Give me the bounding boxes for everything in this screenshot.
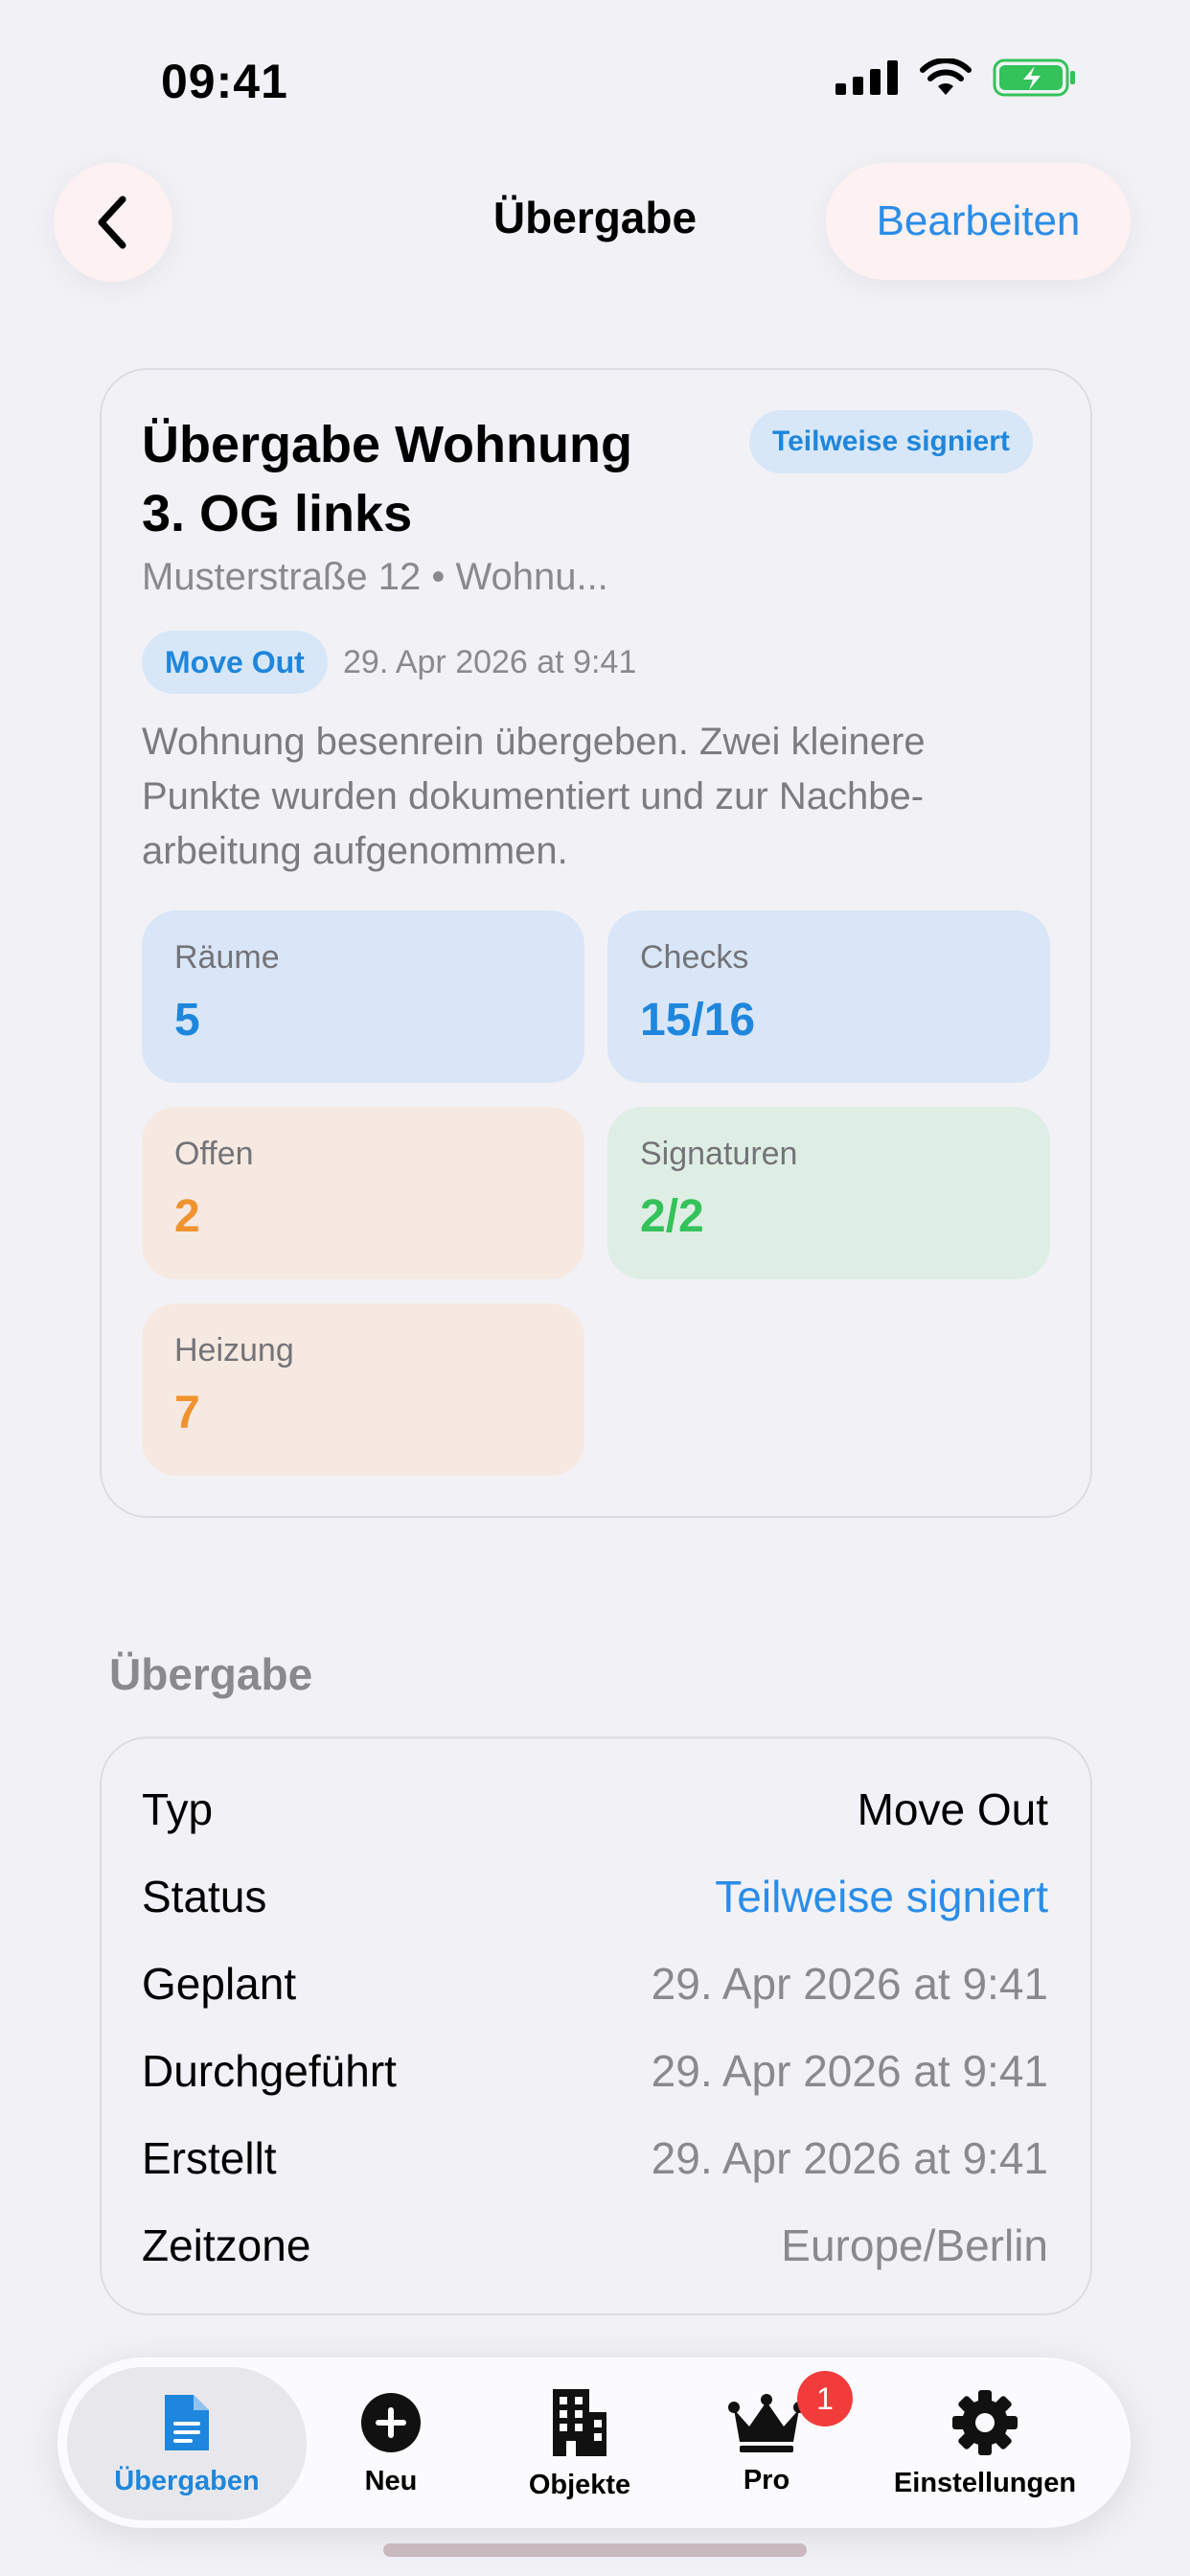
plus-circle-icon (361, 2392, 421, 2452)
detail-value: Europe/Berlin (781, 2220, 1048, 2270)
tab-handovers[interactable]: Übergaben (67, 2367, 307, 2520)
detail-value: 29. Apr 2026 at 9:41 (651, 2133, 1048, 2183)
stat-label: Signaturen (640, 1136, 798, 1172)
detail-value: Move Out (857, 1784, 1048, 1834)
stat-tile-open[interactable]: Offen 2 (142, 1107, 584, 1279)
status-time: 09:41 (161, 55, 288, 108)
detail-row-type: Typ Move Out (142, 1781, 1048, 1838)
handover-title: Übergabe Wohnung 3. OG links (142, 410, 678, 548)
tab-new[interactable]: Neu (335, 2367, 446, 2520)
handover-title-line1: Übergabe Wohnung (142, 416, 632, 473)
stat-value: 7 (174, 1388, 200, 1438)
stat-label: Offen (174, 1136, 254, 1172)
detail-row-planned: Geplant 29. Apr 2026 at 9:41 (142, 1955, 1048, 2012)
stat-label: Heizung (174, 1332, 294, 1368)
home-indicator (383, 2543, 807, 2557)
gear-icon (952, 2389, 1018, 2455)
stat-value: 15/16 (640, 995, 756, 1046)
stat-tile-signatures[interactable]: Signaturen 2/2 (607, 1107, 1050, 1279)
handover-title-line2: 3. OG links (142, 485, 413, 542)
address-subtitle: Musterstraße 12 • Wohnu... (142, 556, 608, 598)
detail-key: Erstellt (142, 2133, 277, 2183)
detail-key: Status (142, 1872, 267, 1921)
detail-key: Durchgeführt (142, 2046, 397, 2096)
detail-row-status: Status Teilweise signiert (142, 1868, 1048, 1925)
tab-settings[interactable]: Einstellungen (881, 2367, 1088, 2520)
detail-key: Zeitzone (142, 2220, 311, 2270)
detail-row-performed: Durchgeführt 29. Apr 2026 at 9:41 (142, 2042, 1048, 2100)
stat-value: 2/2 (640, 1191, 704, 1242)
stat-value: 5 (174, 995, 200, 1046)
stat-value: 2 (174, 1191, 200, 1242)
stat-label: Checks (640, 939, 749, 976)
tab-objects[interactable]: Objekte (508, 2367, 652, 2520)
tab-label: Pro (743, 2464, 790, 2496)
tab-label: Einstellungen (893, 2467, 1077, 2498)
status-badge: Teilweise signiert (749, 410, 1033, 473)
tab-label: Übergaben (114, 2465, 260, 2496)
detail-value: Teilweise signiert (715, 1872, 1048, 1921)
handover-date: 29. Apr 2026 at 9:41 (343, 644, 637, 680)
stat-tile-heating[interactable]: Heizung 7 (142, 1303, 584, 1476)
wifi-icon (920, 58, 972, 95)
stat-tile-checks[interactable]: Checks 15/16 (607, 910, 1050, 1083)
building-icon (553, 2388, 606, 2456)
detail-key: Geplant (142, 1959, 297, 2009)
detail-value: 29. Apr 2026 at 9:41 (651, 1959, 1048, 2009)
stat-label: Räume (174, 939, 280, 976)
stat-tile-rooms[interactable]: Räume 5 (142, 910, 584, 1083)
handover-description: Wohnung besenrein übergeben. Zwei kleine… (142, 721, 926, 872)
detail-row-created: Erstellt 29. Apr 2026 at 9:41 (142, 2129, 1048, 2187)
detail-value: 29. Apr 2026 at 9:41 (651, 2046, 1048, 2096)
status-icons (835, 58, 1077, 98)
detail-row-timezone: Zeitzone Europe/Berlin (142, 2217, 1048, 2274)
detail-key: Typ (142, 1784, 214, 1834)
edit-button[interactable]: Bearbeiten (826, 163, 1131, 280)
tab-label: Objekte (528, 2469, 631, 2500)
battery-icon (993, 58, 1075, 97)
tab-label: Neu (364, 2465, 418, 2496)
signal-icon (835, 60, 898, 95)
type-badge: Move Out (142, 631, 328, 694)
document-icon (165, 2394, 209, 2450)
section-title: Übergabe (109, 1649, 313, 1699)
crown-icon (728, 2393, 805, 2452)
notification-badge: 1 (797, 2371, 853, 2426)
